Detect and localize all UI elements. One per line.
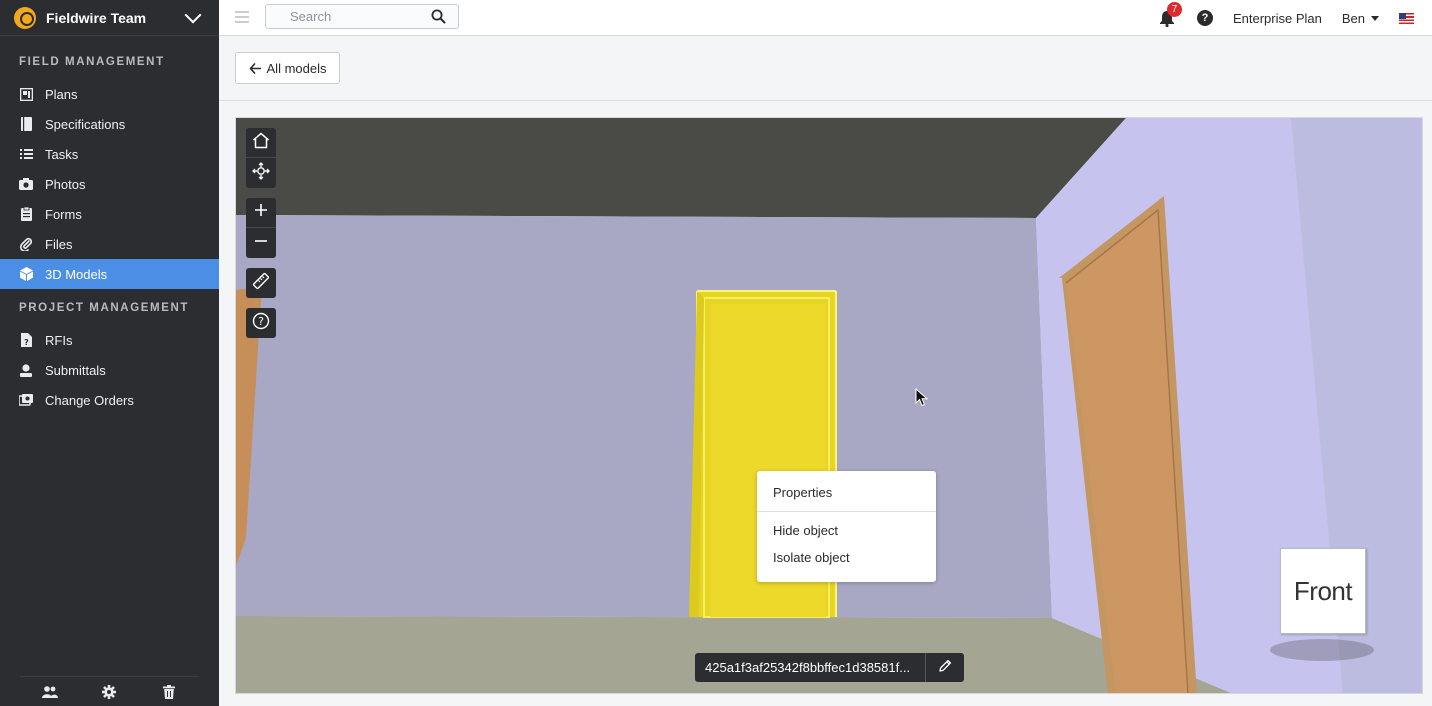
sidebar-item-3d-models[interactable]: 3D Models (0, 259, 219, 289)
trash-icon[interactable] (161, 684, 177, 700)
arrow-left-icon (249, 62, 261, 74)
menu-item-isolate-object[interactable]: Isolate object (757, 544, 936, 571)
forms-icon (19, 207, 33, 221)
sidebar-item-specifications[interactable]: Specifications (0, 109, 219, 139)
rfi-icon: ? (19, 333, 33, 347)
caret-down-icon[interactable] (1371, 15, 1379, 21)
edit-button[interactable] (926, 653, 964, 682)
team-name: Fieldwire Team (46, 9, 147, 26)
sidebar-item-label: Specifications (45, 116, 126, 132)
camera-icon (19, 177, 33, 191)
sidebar-item-forms[interactable]: Forms (0, 199, 219, 229)
sidebar-item-plans[interactable]: Plans (0, 79, 219, 109)
model-viewer[interactable]: ? Properties Hide object Isolate object … (235, 117, 1423, 694)
paperclip-icon (19, 237, 33, 251)
sidebar-item-files[interactable]: Files (0, 229, 219, 259)
sidebar-item-change-orders[interactable]: Change Orders (0, 385, 219, 415)
sidebar-item-submittals[interactable]: Submittals (0, 355, 219, 385)
section-title-project-management: PROJECT MANAGEMENT (19, 302, 190, 314)
sidebar-item-photos[interactable]: Photos (0, 169, 219, 199)
menu-item-hide-object[interactable]: Hide object (757, 517, 936, 544)
search-icon[interactable] (431, 9, 446, 29)
chevron-down-icon[interactable] (184, 6, 202, 23)
change-orders-icon (19, 393, 33, 407)
sidebar-item-label: Change Orders (45, 392, 134, 408)
cube-icon (19, 267, 33, 281)
sidebar-item-label: Tasks (45, 146, 79, 162)
object-id: 425a1f3af25342f8bbffec1d38581f... (695, 653, 926, 682)
sidebar-footer (20, 676, 199, 706)
home-icon (252, 132, 270, 154)
menu-divider (757, 511, 936, 512)
viewer-help-button[interactable]: ? (246, 308, 276, 338)
submittals-icon (19, 363, 33, 377)
view-cube[interactable]: Front (1280, 548, 1366, 634)
sidebar-item-rfis[interactable]: ? RFIs (0, 325, 219, 355)
sidebar-item-label: Forms (45, 206, 82, 222)
sub-header: All models (219, 37, 1432, 101)
home-view-button[interactable] (246, 128, 276, 158)
plans-icon (19, 87, 33, 101)
svg-text:?: ? (24, 338, 29, 347)
ruler-icon (252, 272, 270, 295)
search-input[interactable] (266, 5, 426, 28)
help-icon[interactable]: ? (1196, 10, 1213, 26)
minus-icon (254, 234, 268, 253)
sidebar-item-label: Submittals (45, 362, 106, 378)
viewer-toolbar: ? (246, 128, 276, 338)
sidebar-item-label: Photos (45, 176, 86, 192)
mouse-cursor-icon (915, 387, 929, 413)
svg-text:?: ? (258, 315, 264, 328)
zoom-in-button[interactable] (246, 198, 276, 228)
all-models-button[interactable]: All models (235, 52, 340, 84)
sidebar-item-label: RFIs (45, 332, 73, 348)
sidebar-item-label: 3D Models (45, 266, 108, 282)
all-models-label: All models (266, 60, 327, 76)
notifications-button[interactable]: 7 (1159, 2, 1182, 27)
help-circle-icon: ? (252, 312, 270, 335)
team-switcher[interactable]: Fieldwire Team (0, 0, 219, 36)
sidebar-item-label: Plans (45, 86, 78, 102)
plus-icon (254, 203, 268, 222)
menu-item-properties[interactable]: Properties (757, 479, 936, 506)
sidebar: Fieldwire Team FIELD MANAGEMENT Plans Sp… (0, 0, 219, 706)
orbit-icon (252, 161, 270, 185)
tasks-icon (19, 147, 33, 161)
view-cube-shadow (1270, 639, 1374, 661)
notification-count-badge: 7 (1166, 2, 1182, 17)
specifications-icon (19, 117, 33, 131)
section-title-field-management: FIELD MANAGEMENT (19, 56, 165, 68)
orbit-button[interactable] (246, 158, 276, 188)
search-box (265, 4, 459, 29)
fieldwire-logo-icon (14, 6, 36, 29)
measure-button[interactable] (246, 268, 276, 298)
sidebar-item-label: Files (45, 236, 73, 252)
user-menu[interactable]: Ben (1342, 11, 1365, 26)
menu-icon[interactable] (235, 11, 249, 23)
users-icon[interactable] (41, 684, 58, 700)
top-bar: 7 ? Enterprise Plan Ben (219, 0, 1432, 36)
sidebar-item-tasks[interactable]: Tasks (0, 139, 219, 169)
plan-label[interactable]: Enterprise Plan (1233, 11, 1322, 26)
gear-icon[interactable] (101, 684, 117, 700)
us-flag-icon[interactable] (1399, 12, 1414, 24)
pencil-icon (938, 659, 952, 676)
model-scene[interactable] (236, 118, 1423, 694)
zoom-out-button[interactable] (246, 228, 276, 258)
context-menu: Properties Hide object Isolate object (757, 471, 936, 582)
object-id-bar: 425a1f3af25342f8bbffec1d38581f... (695, 653, 964, 682)
